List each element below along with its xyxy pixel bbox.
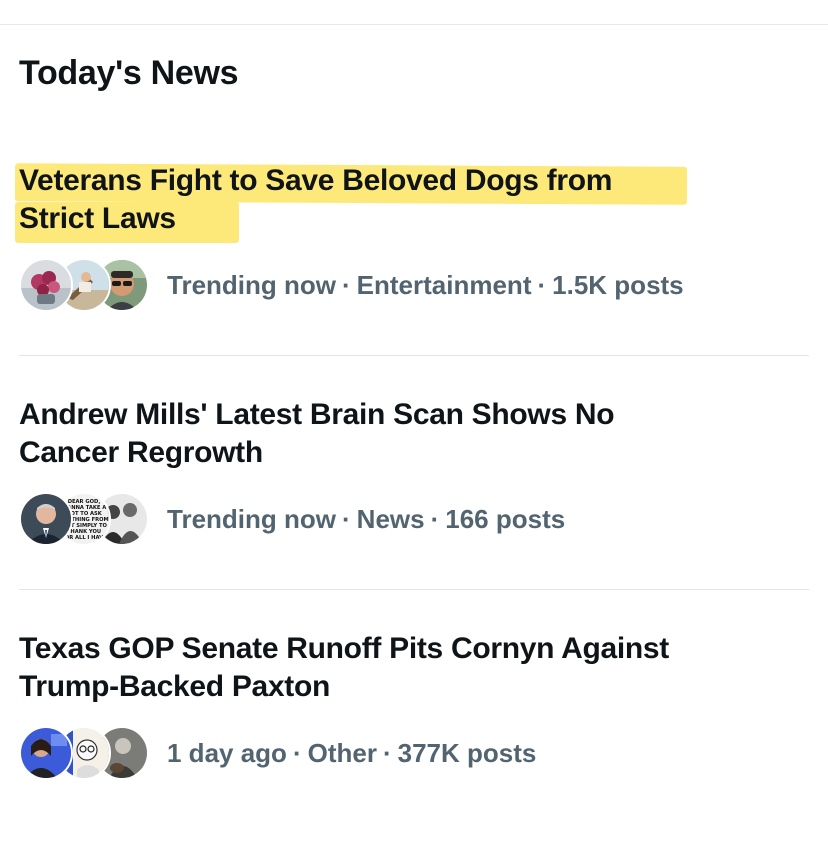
headline-line: Trump-Backed Paxton [19,670,331,703]
category-label: News [356,504,425,534]
category-label: Other [307,738,377,768]
news-item[interactable]: Andrew Mills' Latest Brain Scan Shows No… [19,396,809,556]
news-meta-text: Trending now · Entertainment · 1.5K posts [167,269,684,301]
post-count: 377K posts [397,738,537,768]
section-title: Today's News [19,54,239,92]
post-count: 1.5K posts [552,270,684,300]
headline-line: Veterans Fight to Save Beloved Dogs from [19,164,613,197]
avatar-quote-line: FOR ALL I HAVE [61,535,107,541]
news-meta-text: 1 day ago · Other · 377K posts [167,737,536,769]
separator: · [342,504,351,534]
news-meta: 1 day ago · Other · 377K posts [19,726,536,780]
news-meta: DEAR GOD, WANNA TAKE A NOT TO ASK ANYTHI… [19,492,565,546]
time-label: 1 day ago [167,738,287,768]
news-item[interactable]: Veterans Fight to Save Beloved Dogs from… [14,162,809,322]
divider [19,589,809,590]
news-headline[interactable]: Veterans Fight to Save Beloved Dogs from… [14,162,739,243]
separator: · [342,270,351,300]
woman-presenter-avatar [19,726,73,780]
flowers-avatar [19,258,73,312]
time-label: Trending now [167,504,336,534]
separator: · [537,270,547,300]
headline-line: Cancer Regrowth [19,436,263,469]
headline-line: Strict Laws [19,202,176,235]
post-count: 166 posts [445,504,566,534]
news-item[interactable]: Texas GOP Senate Runoff Pits Cornyn Agai… [19,630,809,790]
avatar-stack: DEAR GOD, WANNA TAKE A NOT TO ASK ANYTHI… [19,492,149,546]
news-headline[interactable]: Texas GOP Senate Runoff Pits Cornyn Agai… [19,630,739,706]
category-label: Entertainment [356,270,532,300]
headline-line: Andrew Mills' Latest Brain Scan Shows No [19,398,615,431]
avatar-stack [19,726,149,780]
time-label: Trending now [167,270,336,300]
separator: · [382,738,392,768]
headline-line: Texas GOP Senate Runoff Pits Cornyn Agai… [19,632,670,665]
separator: · [430,504,440,534]
man-in-suit-avatar [19,492,73,546]
news-meta: Trending now · Entertainment · 1.5K posts [19,258,684,312]
news-headline[interactable]: Andrew Mills' Latest Brain Scan Shows No… [19,396,739,472]
news-meta-text: Trending now · News · 166 posts [167,503,565,535]
divider [19,355,809,356]
avatar-stack [19,258,149,312]
separator: · [292,738,302,768]
top-divider [0,24,828,25]
